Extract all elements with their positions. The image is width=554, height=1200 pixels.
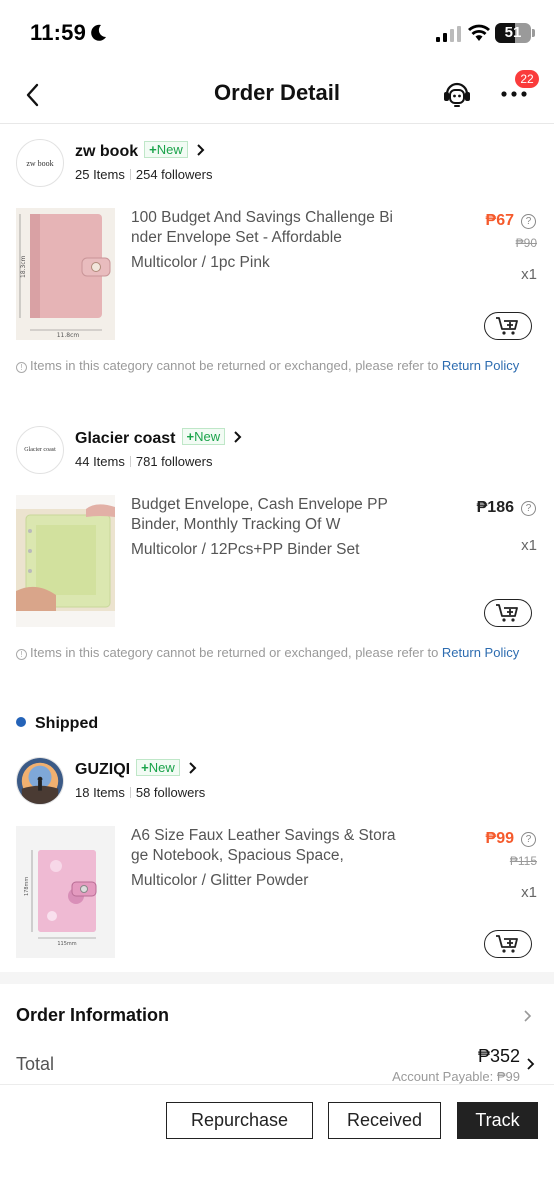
cart-icon [496, 317, 518, 335]
product-price: ₱186 [476, 499, 514, 516]
store-name-text: GUZIQI [75, 761, 131, 778]
product-item[interactable]: 178mm 115mm A6 Size Faux Leather Savings… [0, 826, 554, 976]
add-to-cart-button[interactable] [484, 599, 532, 627]
price-info-icon[interactable]: ? [521, 501, 536, 516]
signal-icon [436, 26, 461, 42]
chevron-right-icon [189, 762, 197, 774]
store-header[interactable]: GUZIQI +New 18 Items 58 followers [16, 757, 436, 807]
wifi-icon [468, 24, 490, 41]
image-width-label: 115mm [57, 941, 76, 947]
product-quantity: x1 [521, 884, 537, 901]
store-followers: 254 followers [135, 167, 213, 182]
store-stats: 18 Items 58 followers [75, 785, 205, 800]
image-height-label: 18.3cm [20, 255, 27, 278]
product-image[interactable]: 178mm 115mm [16, 826, 115, 958]
battery-level: 51 [504, 24, 522, 41]
header: Order Detail 22 [0, 66, 554, 124]
section-divider [0, 972, 554, 984]
customer-service-icon[interactable] [441, 79, 473, 109]
chevron-right-icon[interactable] [526, 1057, 535, 1071]
store-name-text: zw book [75, 143, 139, 160]
store-avatar-text: Glacier coast [24, 447, 56, 453]
product-image[interactable]: 18.3cm 11.8cm [16, 208, 115, 340]
new-badge: +New [181, 428, 226, 445]
product-item[interactable]: 18.3cm 11.8cm 100 Budget And Savings Cha… [0, 208, 554, 358]
product-variant: Multicolor / 12Pcs+PP Binder Set [131, 541, 360, 558]
store-items: 44 Items [75, 454, 125, 469]
price-info-icon[interactable]: ? [521, 214, 536, 229]
store-avatar: Glacier coast [16, 426, 64, 474]
repurchase-button[interactable]: Repurchase [166, 1102, 313, 1139]
bottom-action-bar: Repurchase Received Track [0, 1084, 554, 1200]
track-button[interactable]: Track [457, 1102, 538, 1139]
store-avatar: zw book [16, 139, 64, 187]
store-header[interactable]: Glacier coast Glacier coast +New 44 Items… [16, 426, 436, 476]
cart-icon [496, 604, 518, 622]
total-label: Total [16, 1054, 55, 1074]
store-items: 18 Items [75, 785, 125, 800]
info-icon: ! [16, 362, 27, 373]
chevron-right-icon[interactable] [523, 1009, 532, 1023]
product-original-price: ₱90 [515, 236, 537, 250]
store-avatar-text: zw book [26, 158, 54, 168]
status-time: 11:59 [30, 20, 87, 45]
price-info-icon[interactable]: ? [521, 832, 536, 847]
store-name-text: Glacier coast [75, 430, 176, 447]
product-price: ₱67 [485, 212, 514, 229]
add-to-cart-button[interactable] [484, 930, 532, 958]
product-item[interactable]: Budget Envelope, Cash Envelope PP Binder… [0, 495, 554, 645]
product-title[interactable]: A6 Size Faux Leather Savings & Storage N… [131, 826, 396, 866]
image-width-label: 11.8cm [57, 332, 80, 339]
status-bar: 11:59 51 [0, 0, 554, 66]
product-title[interactable]: Budget Envelope, Cash Envelope PP Binder… [131, 495, 396, 535]
order-information-title[interactable]: Order Information [16, 1005, 169, 1026]
product-title[interactable]: 100 Budget And Savings Challenge Binder … [131, 208, 396, 248]
return-policy-link[interactable]: Return Policy [442, 358, 519, 373]
product-image[interactable] [16, 495, 115, 627]
image-height-label: 178mm [24, 877, 30, 896]
shipped-status: Shipped [16, 715, 98, 733]
new-badge: +New [144, 141, 188, 158]
product-original-price: ₱115 [509, 854, 537, 868]
store-name[interactable]: GUZIQI +New [75, 759, 197, 779]
store-name[interactable]: Glacier coast +New [75, 428, 242, 448]
product-variant: Multicolor / 1pc Pink [131, 254, 270, 271]
store-stats: 25 Items 254 followers [75, 167, 212, 182]
store-items: 25 Items [75, 167, 125, 182]
return-notice: ! Items in this category cannot be return… [16, 643, 536, 662]
return-notice: ! Items in this category cannot be return… [16, 356, 536, 375]
store-stats: 44 Items 781 followers [75, 454, 212, 469]
chevron-right-icon [197, 144, 205, 156]
product-quantity: x1 [521, 266, 537, 283]
store-followers: 781 followers [135, 454, 213, 469]
store-header[interactable]: zw book zw book +New 25 Items 254 follower… [16, 139, 436, 189]
battery-icon: 51 [495, 23, 531, 43]
received-button[interactable]: Received [328, 1102, 441, 1139]
product-price: ₱99 [485, 830, 514, 847]
account-payable: Account Payable: ₱99 [392, 1069, 520, 1084]
chevron-right-icon [234, 431, 242, 443]
cart-icon [496, 935, 518, 953]
total-value: ₱352 [477, 1046, 520, 1066]
moon-icon [91, 24, 106, 41]
info-icon: ! [16, 649, 27, 660]
status-dot [16, 717, 26, 727]
new-badge: +New [136, 759, 180, 776]
store-name[interactable]: zw book +New [75, 141, 205, 161]
return-policy-link[interactable]: Return Policy [442, 645, 519, 660]
product-quantity: x1 [521, 537, 537, 554]
store-avatar [16, 757, 64, 805]
product-variant: Multicolor / Glitter Powder [131, 872, 309, 889]
message-badge: 22 [515, 70, 539, 88]
store-followers: 58 followers [135, 785, 206, 800]
add-to-cart-button[interactable] [484, 312, 532, 340]
